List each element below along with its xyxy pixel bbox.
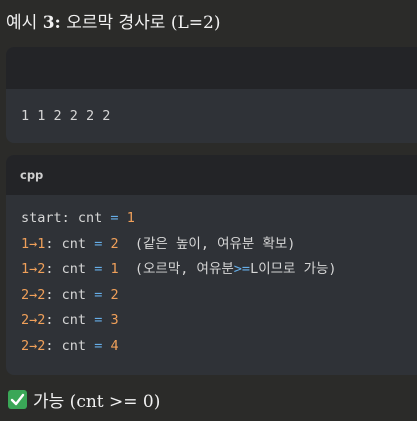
trace-code-block: cpp start: cnt = 1 1→1: cnt = 2 (같은 높이, 여… bbox=[6, 155, 417, 375]
heading-title: 오르막 경사로 (L=2) bbox=[60, 13, 221, 33]
code-token: start: bbox=[21, 210, 70, 226]
code-token: 2 bbox=[21, 286, 30, 303]
code-token: : cnt bbox=[45, 235, 95, 252]
code-line: start: cnt = 1 bbox=[21, 206, 417, 232]
code-token: : cnt bbox=[45, 337, 95, 354]
input-code-line: 1 1 2 2 2 2 bbox=[21, 108, 111, 124]
code-token: L이므로 가능) bbox=[250, 261, 337, 277]
code-line: 2→2: cnt = 3 bbox=[21, 308, 417, 334]
code-token: 4 bbox=[110, 337, 119, 354]
code-token: : cnt bbox=[45, 286, 95, 303]
code-line: 1→1: cnt = 2 (같은 높이, 여유분 확보) bbox=[21, 232, 417, 258]
code-token: 1 bbox=[126, 210, 135, 226]
code-language-label: cpp bbox=[6, 155, 417, 195]
example-heading: 예시 3: 오르막 경사로 (L=2) bbox=[6, 8, 220, 33]
code-block-header bbox=[6, 47, 417, 89]
code-token: 1 bbox=[110, 261, 119, 277]
code-token: 2 bbox=[21, 337, 30, 354]
result-text: 가능 (cnt >= 0) bbox=[33, 392, 161, 412]
code-token: >= bbox=[233, 261, 251, 277]
result-line: 가능 (cnt >= 0) bbox=[8, 387, 160, 412]
code-token: 1 bbox=[21, 235, 30, 252]
code-line: 2→2: cnt = 4 bbox=[21, 334, 417, 360]
code-token: : cnt bbox=[45, 261, 95, 277]
heading-prefix: 예시 bbox=[6, 13, 43, 33]
code-token: 3 bbox=[110, 312, 119, 328]
trace-code-body: start: cnt = 1 1→1: cnt = 2 (같은 높이, 여유분 확… bbox=[6, 195, 417, 359]
input-code-block: 1 1 2 2 2 2 bbox=[6, 47, 417, 143]
code-token: 1 bbox=[21, 261, 30, 277]
code-line: 1→2: cnt = 1 (오르막, 여유분>=L이므로 가능) bbox=[21, 257, 417, 283]
heading-number: 3: bbox=[42, 13, 61, 33]
code-line: 2→2: cnt = 2 bbox=[21, 283, 417, 309]
code-token: : cnt bbox=[45, 312, 95, 328]
code-token: (오르막, 여유분 bbox=[118, 261, 234, 277]
code-token: (같은 높이, 여유분 확보) bbox=[118, 235, 296, 252]
code-token: cnt bbox=[69, 210, 111, 226]
code-token: 2 bbox=[21, 312, 30, 328]
code-token: 2 bbox=[110, 235, 119, 252]
code-token: = bbox=[110, 210, 119, 226]
check-mark-icon bbox=[8, 390, 27, 409]
code-token: 2 bbox=[110, 286, 119, 303]
